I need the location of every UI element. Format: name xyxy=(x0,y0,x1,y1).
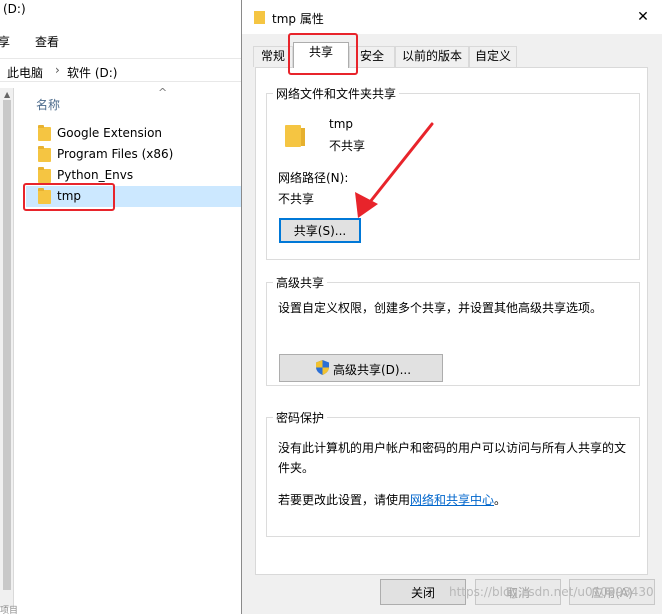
folder-icon xyxy=(285,125,305,147)
share-button[interactable]: 共享(S)... xyxy=(279,218,361,243)
folder-icon xyxy=(38,167,51,183)
breadcrumb-this-pc[interactable]: 此电脑 xyxy=(7,64,43,81)
network-sharing-center-link[interactable]: 网络和共享中心 xyxy=(410,493,494,507)
tab-general[interactable]: 常规 xyxy=(253,46,293,67)
dialog-titlebar[interactable]: tmp 属性 ✕ xyxy=(242,0,662,34)
dialog-title: tmp 属性 xyxy=(272,12,324,26)
list-item-program-files[interactable]: Program Files (x86) xyxy=(26,144,244,165)
file-name: Google Extension xyxy=(57,126,163,140)
password-protection-description: 没有此计算机的用户帐户和密码的用户可以访问与所有人共享的文件夹。 xyxy=(278,441,627,475)
status-bar-fragment: 项目 xyxy=(0,606,19,616)
folder-icon xyxy=(38,125,51,141)
advanced-sharing-button[interactable]: 高级共享(D)... xyxy=(279,354,443,382)
change-setting-suffix: 。 xyxy=(494,493,507,507)
advanced-sharing-button-label: 高级共享(D)... xyxy=(333,363,412,377)
tab-sharing[interactable]: 共享 xyxy=(293,42,349,68)
close-icon[interactable]: ✕ xyxy=(631,6,655,28)
tab-customize[interactable]: 自定义 xyxy=(469,46,517,67)
network-path-label: 网络路径(N): xyxy=(278,171,349,185)
tab-security[interactable]: 安全 xyxy=(349,46,395,67)
explorer-ribbon: 享 查看 xyxy=(0,26,244,54)
share-status: 不共享 xyxy=(329,139,366,153)
network-path-value: 不共享 xyxy=(278,192,315,206)
navigation-pane-scrollbar[interactable]: ▲ xyxy=(0,88,14,608)
advanced-sharing-group: 高级共享 设置自定义权限，创建多个共享，并设置其他高级共享选项。 高级共享(D)… xyxy=(266,274,640,386)
watermark-text: https://blog.csdn.net/u010993430 xyxy=(449,585,654,599)
explorer-title-fragment: (D:) xyxy=(3,2,26,16)
list-item-python-envs[interactable]: Python_Envs xyxy=(26,165,244,186)
password-protection-group: 密码保护 没有此计算机的用户帐户和密码的用户可以访问与所有人共享的文件夹。 若要… xyxy=(266,409,640,537)
breadcrumb-drive-d[interactable]: 软件 (D:) xyxy=(67,64,117,81)
list-item-google-extension[interactable]: Google Extension xyxy=(26,123,244,144)
file-name: Program Files (x86) xyxy=(57,147,174,161)
list-item-tmp[interactable]: tmp xyxy=(26,186,244,207)
folder-icon xyxy=(254,11,265,24)
sort-ascending-icon: ^ xyxy=(158,86,168,99)
scroll-up-icon[interactable]: ▲ xyxy=(4,90,10,99)
folder-icon xyxy=(38,146,51,162)
scrollbar-thumb[interactable] xyxy=(3,100,11,590)
shared-folder-name: tmp xyxy=(329,117,354,131)
uac-shield-icon xyxy=(316,360,329,375)
ribbon-tab-view[interactable]: 查看 xyxy=(35,33,59,50)
ribbon-tab-share[interactable]: 享 xyxy=(0,33,10,50)
column-header-name[interactable]: 名称 xyxy=(36,96,60,113)
advanced-sharing-description: 设置自定义权限，创建多个共享，并设置其他高级共享选项。 xyxy=(278,301,603,315)
group-caption: 密码保护 xyxy=(273,409,328,426)
tab-previous-versions[interactable]: 以前的版本 xyxy=(395,46,469,67)
file-name: Python_Envs xyxy=(57,168,134,182)
file-explorer-window: (D:) 享 查看 此电脑 › 软件 (D:) ▲ ^ 名称 Google Ex… xyxy=(0,0,244,616)
group-caption: 高级共享 xyxy=(273,274,328,291)
group-caption: 网络文件和文件夹共享 xyxy=(273,85,400,102)
network-sharing-group: 网络文件和文件夹共享 tmp 不共享 网络路径(N): 不共享 共享(S)... xyxy=(266,85,640,260)
change-setting-text: 若要更改此设置，请使用网络和共享中心。 xyxy=(278,491,506,508)
sharing-tab-panel: 网络文件和文件夹共享 tmp 不共享 网络路径(N): 不共享 共享(S)...… xyxy=(255,67,648,575)
properties-dialog: tmp 属性 ✕ 常规 共享 安全 以前的版本 自定义 网络文件和文件夹共享 t… xyxy=(241,0,662,614)
file-name: tmp xyxy=(57,189,82,203)
breadcrumb-separator-icon: › xyxy=(55,63,60,77)
change-setting-prefix: 若要更改此设置，请使用 xyxy=(278,493,411,507)
address-bar[interactable]: 此电脑 › 软件 (D:) xyxy=(0,58,244,82)
folder-icon xyxy=(38,188,51,204)
